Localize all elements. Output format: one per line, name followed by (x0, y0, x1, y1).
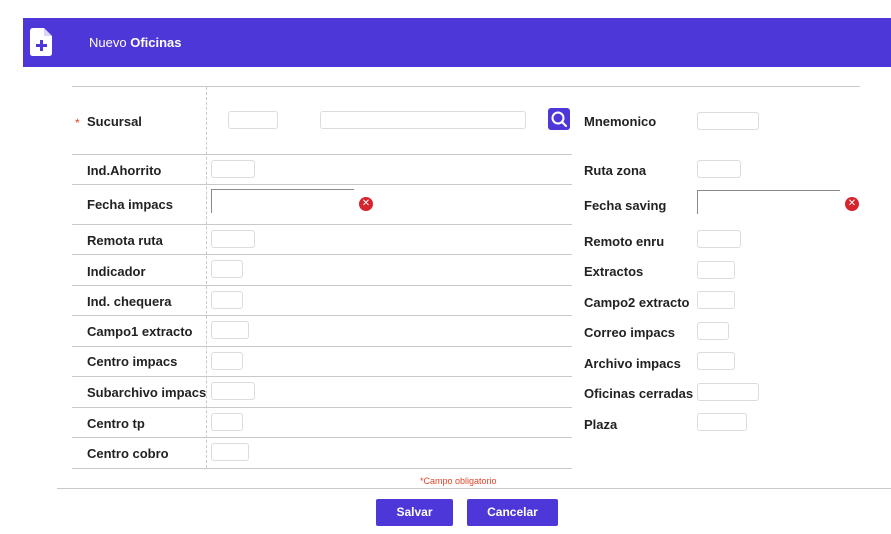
row-divider (72, 407, 572, 408)
title-entity: Oficinas (130, 35, 182, 50)
remoto-enru-label: Remoto enru (584, 234, 665, 249)
page-title: Nuevo Oficinas (89, 35, 182, 50)
centro-tp-label: Centro tp (87, 416, 145, 431)
indicador-label: Indicador (87, 264, 146, 279)
row-divider (72, 468, 572, 469)
sucursal-search-button[interactable] (548, 108, 570, 130)
required-field-note: *Campo obligatorio (420, 476, 497, 486)
sucursal-label: Sucursal (87, 114, 142, 129)
ind-chequera-label: Ind. chequera (87, 294, 172, 309)
centro-tp-input[interactable] (211, 413, 243, 431)
centro-impacs-input[interactable] (211, 352, 243, 370)
title-prefix: Nuevo (89, 35, 127, 50)
ind-ahorrito-input[interactable] (211, 160, 255, 178)
plaza-label: Plaza (584, 417, 618, 432)
oficinas-cerradas-label: Oficinas cerradas (584, 386, 694, 401)
row-divider (72, 184, 572, 185)
remota-ruta-label: Remota ruta (87, 233, 163, 248)
correo-impacs-label: Correo impacs (584, 325, 676, 340)
row-divider (72, 346, 572, 347)
ruta-zona-label: Ruta zona (584, 163, 647, 178)
remoto-enru-input[interactable] (697, 230, 741, 248)
archivo-impacs-input[interactable] (697, 352, 735, 370)
ruta-zona-input[interactable] (697, 160, 741, 178)
cancel-button[interactable]: Cancelar (467, 499, 558, 526)
centro-cobro-label: Centro cobro (87, 446, 169, 461)
row-divider (72, 224, 572, 225)
search-icon (551, 111, 568, 128)
subarchivo-impacs-label: Subarchivo impacs (87, 385, 207, 400)
label-column-divider (206, 87, 207, 468)
centro-impacs-label: Centro impacs (87, 354, 178, 369)
campo2-extracto-label: Campo2 extracto (584, 295, 690, 310)
plaza-input[interactable] (697, 413, 747, 431)
fecha-saving-date-input[interactable] (697, 190, 840, 214)
row-divider (72, 437, 572, 438)
mnemonico-label: Mnemonico (584, 114, 657, 129)
centro-cobro-input[interactable] (211, 443, 249, 461)
sucursal-code-input[interactable] (228, 111, 278, 129)
extractos-input[interactable] (697, 261, 735, 279)
subarchivo-impacs-input[interactable] (211, 382, 255, 400)
mnemonico-input[interactable] (697, 112, 759, 130)
form-top-divider (72, 86, 860, 87)
indicador-input[interactable] (211, 260, 243, 278)
fecha-saving-label: Fecha saving (584, 198, 667, 213)
fecha-impacs-label: Fecha impacs (87, 197, 173, 212)
row-divider (72, 285, 572, 286)
file-plus-icon (30, 28, 52, 56)
campo1-extracto-input[interactable] (211, 321, 249, 339)
fecha-impacs-clear-icon[interactable]: ✕ (359, 197, 373, 211)
campo1-extracto-label: Campo1 extracto (87, 324, 193, 339)
remota-ruta-input[interactable] (211, 230, 255, 248)
extractos-label: Extractos (584, 264, 644, 279)
required-mark: * (75, 116, 80, 130)
correo-impacs-input[interactable] (697, 322, 729, 340)
row-divider (72, 154, 572, 155)
row-divider (72, 376, 572, 377)
save-button[interactable]: Salvar (376, 499, 453, 526)
fecha-saving-clear-icon[interactable]: ✕ (845, 197, 859, 211)
row-divider (72, 254, 572, 255)
ind-chequera-input[interactable] (211, 291, 243, 309)
archivo-impacs-label: Archivo impacs (584, 356, 681, 371)
page-header: Nuevo Oficinas (23, 18, 891, 67)
fecha-impacs-date-input[interactable] (211, 189, 354, 213)
campo2-extracto-input[interactable] (697, 291, 735, 309)
row-divider (72, 315, 572, 316)
sucursal-name-input[interactable] (320, 111, 526, 129)
oficinas-cerradas-input[interactable] (697, 383, 759, 401)
ind-ahorrito-label: Ind.Ahorrito (87, 163, 162, 178)
footer-divider (57, 488, 891, 489)
